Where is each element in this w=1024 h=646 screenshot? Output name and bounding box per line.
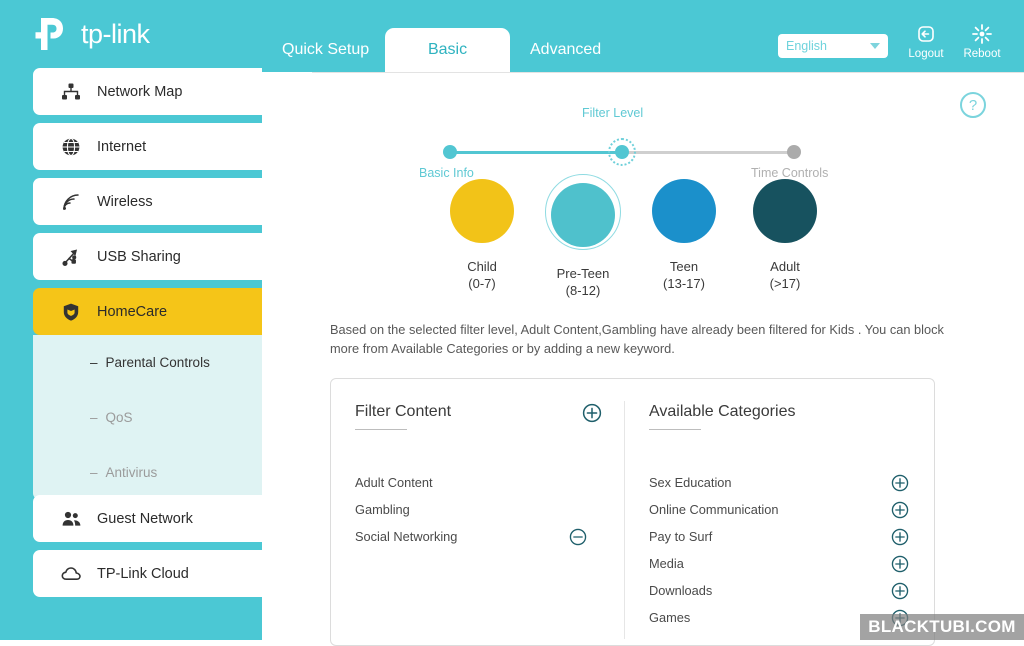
list-item[interactable]: Social Networking: [355, 523, 605, 550]
filter-content-title: Filter Content: [355, 403, 452, 430]
available-categories-title: Available Categories: [649, 403, 796, 430]
sidebar-item-antivirus[interactable]: – Antivirus: [33, 445, 262, 500]
sidebar-label: Wireless: [97, 193, 153, 210]
level-age: (>17): [769, 276, 801, 291]
stepper-track-filled: [450, 151, 622, 154]
watermark: BLACKTUBI.COM: [860, 614, 1024, 640]
sidebar-label: HomeCare: [97, 303, 168, 320]
step-dot-basic-info[interactable]: [443, 145, 457, 159]
level-name: Adult: [770, 259, 800, 274]
list-item-label: Social Networking: [355, 529, 458, 544]
list-item-label: Pay to Surf: [649, 529, 713, 544]
sidebar: Network Map Internet Wireless USB Sharin…: [0, 56, 262, 640]
level-swatch: [551, 182, 615, 247]
submenu-label: Antivirus: [105, 465, 158, 480]
cloud-icon: [61, 565, 87, 583]
filter-level-options: Child (0-7) Pre-Teen (8-12) Teen (13-17)…: [262, 174, 1024, 298]
sidebar-item-network-map[interactable]: Network Map: [33, 68, 262, 115]
logout-button[interactable]: Logout: [902, 22, 950, 60]
sidebar-item-homecare[interactable]: HomeCare: [33, 288, 262, 335]
step-label-filter-level: Filter Level: [582, 106, 644, 120]
plus-circle-icon[interactable]: [891, 582, 909, 600]
filter-level-adult[interactable]: Adult (>17): [725, 174, 845, 291]
reboot-label: Reboot: [963, 48, 1001, 60]
list-item[interactable]: Adult Content: [355, 469, 605, 496]
list-item[interactable]: Media: [649, 550, 909, 577]
sidebar-label: Guest Network: [97, 510, 193, 527]
submenu-label: Parental Controls: [105, 355, 210, 370]
dash-marker: –: [90, 465, 98, 480]
plus-circle-icon[interactable]: [891, 501, 909, 519]
tab-advanced[interactable]: Advanced: [510, 28, 621, 72]
sidebar-item-parental-controls[interactable]: – Parental Controls: [33, 335, 262, 390]
tp-link-logo: tp-link: [32, 14, 150, 54]
list-item-label: Adult Content: [355, 475, 433, 490]
plus-circle-icon[interactable]: [891, 528, 909, 546]
reboot-button[interactable]: Reboot: [958, 22, 1006, 60]
sidebar-item-qos[interactable]: – QoS: [33, 390, 262, 445]
level-swatch: [753, 179, 817, 243]
users-icon: [61, 509, 87, 529]
plus-circle-icon[interactable]: [891, 555, 909, 573]
list-item[interactable]: Sex Education: [649, 469, 909, 496]
available-categories-list: Sex Education Online Communication Pay t…: [649, 469, 909, 631]
tp-link-logo-icon: [32, 14, 72, 54]
chevron-down-icon: [870, 43, 880, 49]
sidebar-label: Internet: [97, 138, 147, 155]
panel-column-divider: [624, 401, 625, 639]
dash-marker: –: [90, 410, 98, 425]
list-item-label: Downloads: [649, 583, 713, 598]
submenu-label: QoS: [105, 410, 133, 425]
list-item-label: Games: [649, 610, 691, 625]
filter-content-list: Adult Content Gambling Social Networking: [355, 469, 605, 550]
level-swatch: [652, 179, 716, 243]
list-item-label: Media: [649, 556, 684, 571]
list-item-label: Sex Education: [649, 475, 732, 490]
language-select-value: English: [786, 39, 827, 53]
wireless-signal-icon: [61, 192, 87, 212]
network-map-icon: [61, 82, 87, 102]
setup-stepper: Basic Info Filter Level Time Controls: [262, 100, 1024, 180]
list-item[interactable]: Online Communication: [649, 496, 909, 523]
dash-marker: –: [90, 355, 98, 370]
tp-link-brand-text: tp-link: [81, 18, 150, 49]
globe-icon: [61, 137, 87, 157]
sidebar-item-tp-link-cloud[interactable]: TP-Link Cloud: [33, 550, 262, 597]
step-dot-filter-level[interactable]: [615, 145, 629, 159]
add-keyword-button[interactable]: [582, 403, 602, 423]
filter-panel: Filter Content Available Categories Adul…: [330, 378, 935, 646]
sidebar-label: USB Sharing: [97, 248, 181, 265]
reboot-icon: [958, 22, 1006, 46]
language-select[interactable]: English: [778, 34, 888, 58]
sidebar-item-usb-sharing[interactable]: USB Sharing: [33, 233, 262, 280]
sidebar-label: Network Map: [97, 83, 183, 100]
filter-description: Based on the selected filter level, Adul…: [330, 322, 944, 357]
level-swatch: [450, 179, 514, 243]
tab-basic[interactable]: Basic: [385, 28, 510, 72]
shield-icon: [61, 302, 87, 322]
sidebar-item-wireless[interactable]: Wireless: [33, 178, 262, 225]
main-content: ? Basic Info Filter Level Time Controls …: [262, 72, 1024, 646]
list-item[interactable]: Downloads: [649, 577, 909, 604]
list-item[interactable]: Pay to Surf: [649, 523, 909, 550]
sidebar-item-guest-network[interactable]: Guest Network: [33, 495, 262, 542]
content-top-divider: [312, 72, 1024, 73]
logout-icon: [902, 22, 950, 46]
list-item-label: Online Communication: [649, 502, 779, 517]
logout-label: Logout: [908, 48, 944, 60]
homecare-submenu: – Parental Controls – QoS – Antivirus: [33, 335, 262, 500]
plus-circle-icon[interactable]: [891, 474, 909, 492]
sidebar-label: TP-Link Cloud: [97, 565, 189, 582]
usb-icon: [61, 247, 87, 267]
step-dot-time-controls[interactable]: [787, 145, 801, 159]
list-item-label: Gambling: [355, 502, 410, 517]
list-item[interactable]: Gambling: [355, 496, 605, 523]
minus-circle-icon[interactable]: [569, 528, 587, 546]
sidebar-item-internet[interactable]: Internet: [33, 123, 262, 170]
tab-quick-setup[interactable]: Quick Setup: [262, 28, 389, 72]
